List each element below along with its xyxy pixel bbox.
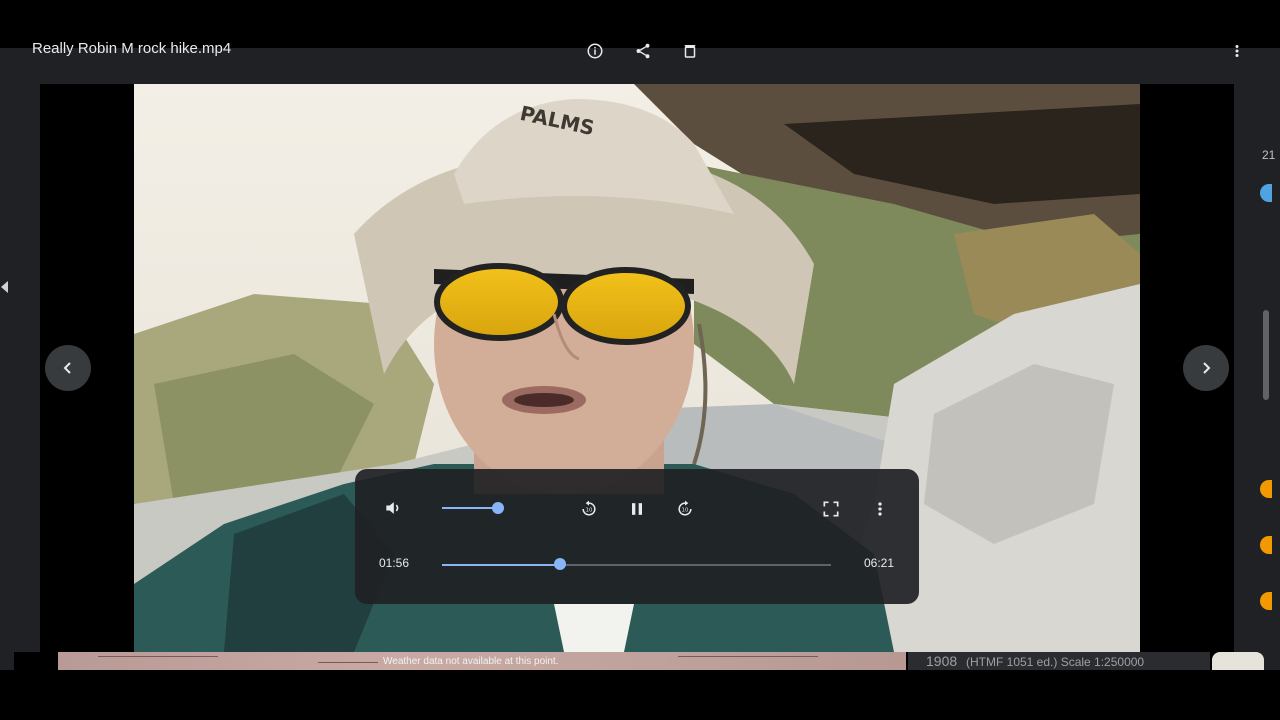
previous-button[interactable] — [45, 345, 91, 391]
duration: 06:21 — [864, 556, 895, 570]
fullscreen-icon[interactable] — [819, 497, 843, 521]
chevron-right-icon — [1203, 362, 1211, 374]
background-app-left-edge — [0, 48, 14, 670]
letterbox-bottom — [0, 670, 1280, 720]
volume-slider-handle[interactable] — [492, 502, 504, 514]
info-icon[interactable] — [585, 42, 605, 60]
viewer-titlebar: Really Robin M rock hike.mp4 — [14, 40, 1260, 84]
background-widget — [1212, 652, 1264, 670]
delete-icon[interactable] — [680, 42, 700, 60]
current-time: 01:56 — [379, 556, 410, 570]
map-line — [318, 662, 378, 663]
scale-text: (HTMF 1051 ed.) Scale 1:250000 — [966, 655, 1145, 669]
weather-note: Weather data not available at this point… — [383, 656, 559, 667]
player-controls: 10 10 01:56 06:21 — [355, 469, 919, 604]
svg-text:10: 10 — [682, 508, 689, 514]
map-line — [678, 656, 818, 657]
seek-bar-track[interactable] — [442, 564, 831, 566]
side-digit: 21 — [1262, 148, 1276, 162]
background-app-right-edge: 21 — [1260, 48, 1280, 670]
seek-bar-handle[interactable] — [554, 558, 567, 570]
more-options-icon[interactable] — [868, 497, 892, 521]
svg-text:10: 10 — [586, 508, 593, 514]
file-title: Really Robin M rock hike.mp4 — [32, 40, 232, 57]
side-badge-orange — [1260, 536, 1272, 554]
scale-prefix: 1908 — [926, 653, 958, 669]
side-scrollbar[interactable] — [1263, 310, 1269, 400]
pause-icon[interactable] — [625, 497, 649, 521]
chevron-left-icon — [63, 362, 71, 374]
share-icon[interactable] — [633, 42, 653, 60]
volume-icon[interactable] — [381, 496, 405, 520]
side-badge-orange — [1260, 592, 1272, 610]
forward-10-icon[interactable]: 10 — [673, 497, 697, 521]
side-badge-blue — [1260, 184, 1272, 202]
volume-slider-track[interactable] — [442, 507, 498, 509]
next-button[interactable] — [1183, 345, 1229, 391]
collapse-arrow-icon[interactable] — [1, 281, 8, 293]
rewind-10-icon[interactable]: 10 — [577, 497, 601, 521]
scale-note: 1908 (HTMF 1051 ed.) Scale 1:250000 — [908, 652, 1210, 670]
more-vert-icon[interactable] — [1227, 42, 1247, 60]
seek-bar-progress — [442, 564, 561, 566]
side-badge-orange — [1260, 480, 1272, 498]
map-line — [98, 656, 218, 657]
